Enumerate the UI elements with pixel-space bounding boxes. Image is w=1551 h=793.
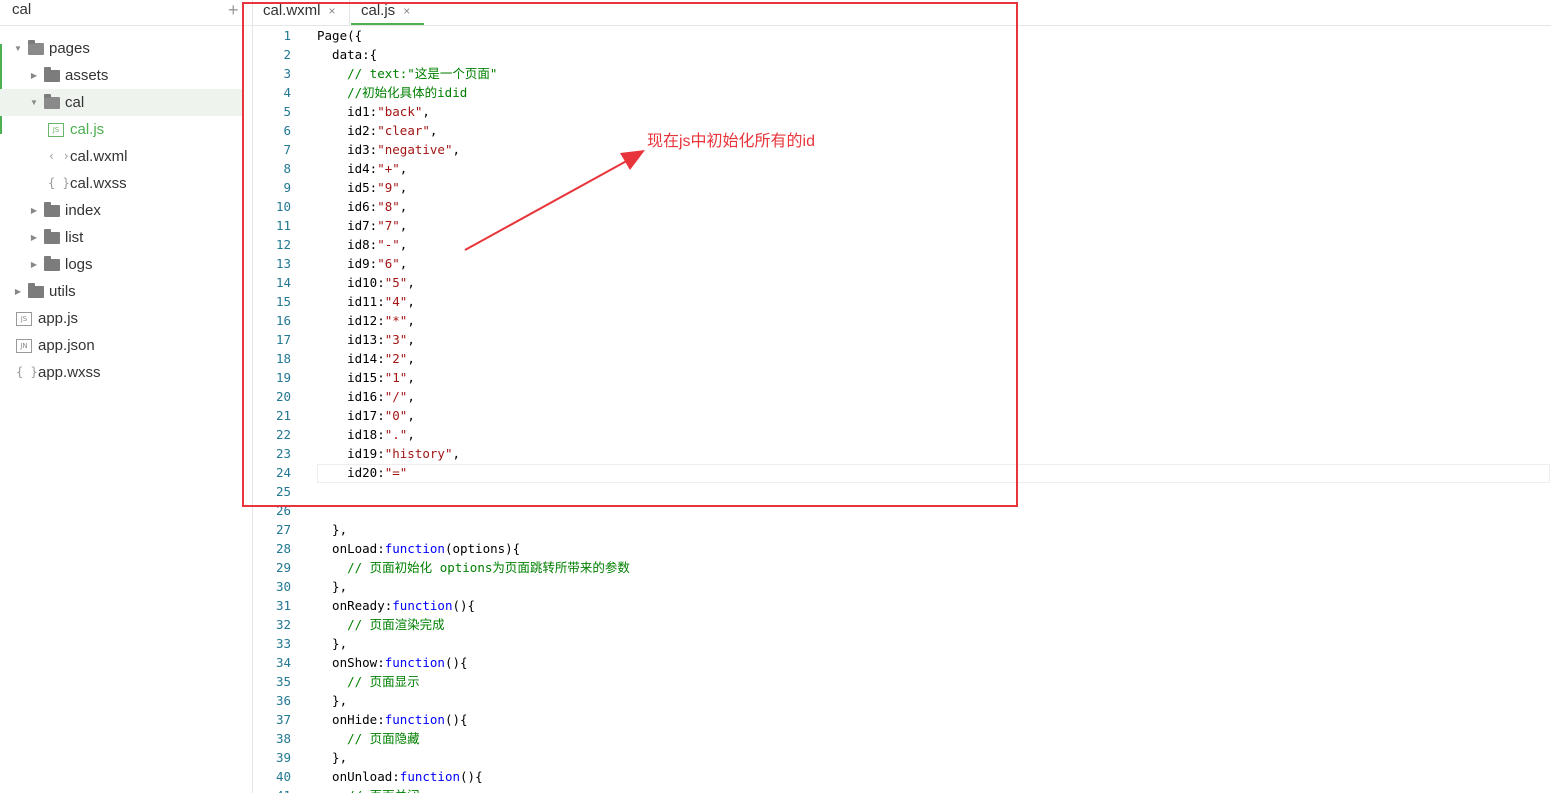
annotation-label: 现在js中初始化所有的id [647, 133, 816, 150]
annotation-arrow [464, 150, 645, 251]
